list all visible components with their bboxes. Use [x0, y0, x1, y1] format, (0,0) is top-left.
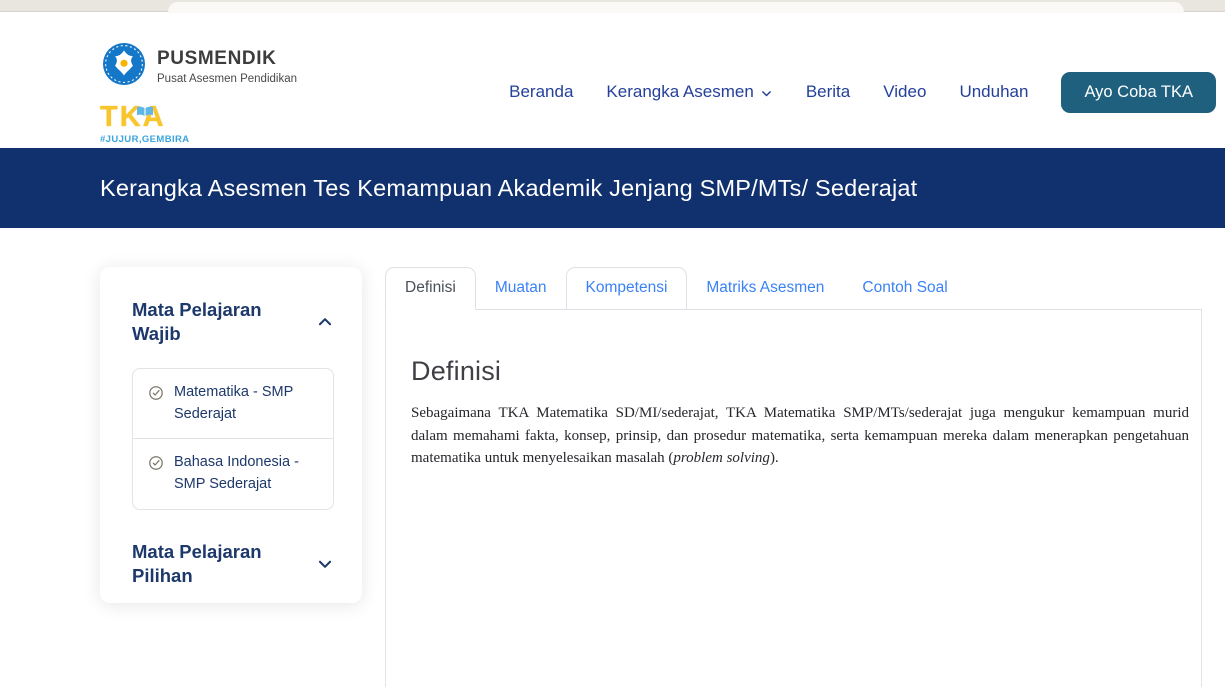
nav-item-unduhan[interactable]: Unduhan	[959, 82, 1028, 102]
chevron-up-icon	[316, 313, 334, 331]
tab-definisi[interactable]: Definisi	[385, 267, 476, 310]
browser-top-strip	[0, 0, 1225, 12]
tka-tagline: #JUJUR,GEMBIRA	[100, 134, 200, 145]
nav-item-label: Unduhan	[959, 82, 1028, 102]
sidebar-section-mata-pelajaran-pilihan: Mata Pelajaran Pilihan	[132, 540, 334, 589]
tka-logo: TKA #JUJUR,GEMBIRA	[100, 103, 200, 145]
brand-subtitle: Pusat Asesmen Pendidikan	[157, 73, 297, 85]
brand-text: PUSMENDIK Pusat Asesmen Pendidikan	[157, 48, 297, 85]
site-header: PUSMENDIK Pusat Asesmen Pendidikan TKA #…	[0, 13, 1225, 148]
tab-kompetensi[interactable]: Kompetensi	[566, 267, 688, 309]
tab-content: Definisi Sebagaimana TKA Matematika SD/M…	[385, 310, 1202, 687]
tab-panel: DefinisiMuatanKompetensiMatriks AsesmenC…	[385, 266, 1202, 687]
subject-list: Matematika - SMP Sederajat Bahasa Indones…	[132, 368, 334, 510]
open-book-icon	[136, 95, 154, 124]
sidebar-section-toggle[interactable]: Mata Pelajaran Pilihan	[132, 540, 334, 589]
nav-item-video[interactable]: Video	[883, 82, 926, 102]
nav-item-kerangka-asesmen[interactable]: Kerangka Asesmen	[606, 82, 772, 102]
nav-links: Beranda Kerangka Asesmen Berita Video Unduha…	[509, 82, 1028, 102]
subject-item-bahasa-indonesia-smp-sederajat[interactable]: Bahasa Indonesia - SMP Sederajat	[133, 438, 333, 509]
page-banner: Kerangka Asesmen Tes Kemampuan Akademik …	[0, 148, 1225, 228]
tka-logo-text: TKA	[100, 103, 200, 132]
subject-item-label: Bahasa Indonesia - SMP Sederajat	[174, 452, 319, 496]
chevron-down-icon	[760, 87, 773, 100]
tab-muatan[interactable]: Muatan	[476, 268, 566, 309]
nav-item-label: Beranda	[509, 82, 573, 102]
check-circle-icon	[148, 455, 164, 496]
subject-sidebar: Mata Pelajaran Wajib Matematika - SMP Sed…	[100, 267, 362, 603]
brand-name: PUSMENDIK	[157, 48, 297, 70]
sidebar-section-mata-pelajaran-wajib: Mata Pelajaran Wajib Matematika - SMP Sed…	[132, 298, 334, 510]
tab-matriks-asesmen[interactable]: Matriks Asesmen	[687, 268, 843, 309]
content-heading: Definisi	[411, 356, 1189, 387]
nav-item-label: Kerangka Asesmen	[606, 82, 753, 102]
nav-item-label: Video	[883, 82, 926, 102]
definition-paragraph: Sebagaimana TKA Matematika SD/MI/sederaj…	[411, 402, 1189, 470]
sidebar-section-title: Mata Pelajaran Pilihan	[132, 540, 282, 589]
page-title: Kerangka Asesmen Tes Kemampuan Akademik …	[0, 175, 917, 202]
ayo-coba-tka-button[interactable]: Ayo Coba TKA	[1061, 72, 1216, 113]
sidebar-section-toggle[interactable]: Mata Pelajaran Wajib	[132, 298, 334, 347]
paragraph-text-end: ).	[770, 450, 779, 466]
nav-item-label: Berita	[806, 82, 850, 102]
check-circle-icon	[148, 385, 164, 426]
browser-active-tab[interactable]	[168, 2, 1184, 13]
sidebar-section-title: Mata Pelajaran Wajib	[132, 298, 282, 347]
nav-item-beranda[interactable]: Beranda	[509, 82, 573, 102]
paragraph-text: Sebagaimana TKA Matematika SD/MI/sederaj…	[411, 405, 1189, 466]
nav-item-berita[interactable]: Berita	[806, 82, 850, 102]
chevron-down-icon	[316, 555, 334, 573]
tabs-row: DefinisiMuatanKompetensiMatriks AsesmenC…	[385, 266, 1202, 310]
subject-item-label: Matematika - SMP Sederajat	[174, 382, 319, 426]
tab-contoh-soal[interactable]: Contoh Soal	[843, 268, 966, 309]
kemdikbud-emblem-icon	[103, 43, 145, 85]
main-nav: Beranda Kerangka Asesmen Berita Video Unduha…	[509, 72, 1216, 112]
paragraph-italic: problem solving	[673, 450, 770, 466]
subject-item-matematika-smp-sederajat[interactable]: Matematika - SMP Sederajat	[133, 369, 333, 439]
